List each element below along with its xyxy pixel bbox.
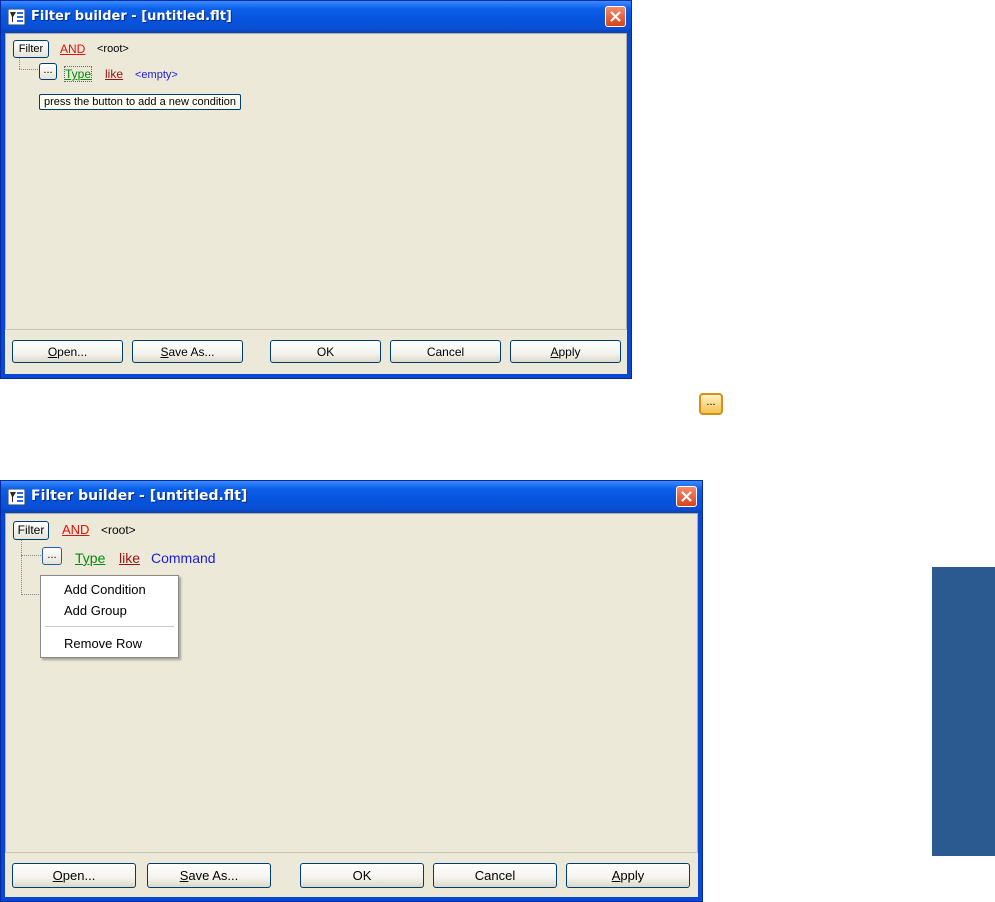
- open-button[interactable]: Open...: [12, 863, 136, 888]
- apply-button[interactable]: Apply: [566, 863, 690, 888]
- filter-tree[interactable]: Filter AND <root> ... Type like <empty> …: [5, 33, 627, 329]
- close-button[interactable]: [676, 486, 697, 507]
- apply-button-label: Apply: [550, 344, 581, 359]
- client-area: Filter AND <root> ... Type like <empty> …: [5, 33, 627, 374]
- tree-connector: [21, 594, 41, 595]
- condition-value[interactable]: <empty>: [135, 69, 178, 81]
- menu-separator: [45, 626, 174, 627]
- open-button-label: Open...: [47, 344, 88, 359]
- window-title: Filter builder - [untitled.flt]: [31, 9, 232, 24]
- group-operator-link[interactable]: AND: [62, 522, 89, 537]
- hint-tooltip: press the button to add a new condition: [39, 94, 242, 110]
- group-label: <root>: [97, 43, 129, 55]
- filter-button[interactable]: Filter: [13, 521, 49, 540]
- condition-menu-button[interactable]: ...: [39, 63, 57, 80]
- cancel-button-label: Cancel: [474, 868, 516, 883]
- context-menu: Add Condition Add Group Remove Row: [40, 575, 179, 658]
- group-operator-link[interactable]: AND: [60, 42, 85, 56]
- tree-connector: [21, 540, 22, 595]
- menu-item-remove-row[interactable]: Remove Row: [64, 636, 142, 651]
- title-bar[interactable]: Filter builder - [untitled.flt]: [1, 1, 631, 33]
- condition-field-link[interactable]: Type: [63, 66, 93, 82]
- tree-connector: [19, 58, 20, 69]
- filter-builder-window-2: Filter builder - [untitled.flt] Filter A…: [0, 480, 703, 902]
- button-bar: Open... Save As... OK Cancel Apply: [5, 852, 698, 897]
- close-icon: [610, 11, 621, 22]
- ok-button-label: OK: [352, 868, 372, 883]
- tree-connector: [19, 69, 38, 70]
- close-icon: [681, 491, 692, 502]
- window-title: Filter builder - [untitled.flt]: [31, 488, 248, 504]
- save-as-button[interactable]: Save As...: [147, 863, 271, 888]
- condition-value[interactable]: Command: [151, 550, 216, 566]
- filter-app-icon: [8, 9, 25, 25]
- ok-button[interactable]: OK: [300, 863, 424, 888]
- save-as-button[interactable]: Save As...: [132, 340, 243, 363]
- ok-button-label: OK: [316, 344, 335, 359]
- title-bar[interactable]: Filter builder - [untitled.flt]: [1, 481, 702, 513]
- save-as-button-label: Save As...: [160, 344, 215, 359]
- close-button[interactable]: [605, 6, 626, 27]
- filter-app-icon: [8, 489, 25, 505]
- cancel-button[interactable]: Cancel: [433, 863, 557, 888]
- apply-button[interactable]: Apply: [510, 340, 621, 363]
- filter-tree[interactable]: Filter AND <root> ... Type like Command: [5, 513, 698, 852]
- tree-connector: [21, 555, 41, 556]
- client-area: Filter AND <root> ... Type like Command …: [5, 513, 698, 897]
- button-bar: Open... Save As... OK Cancel Apply: [5, 329, 627, 374]
- open-button-label: Open...: [52, 868, 96, 883]
- ellipsis-button-icon: ...: [699, 393, 723, 415]
- ok-button[interactable]: OK: [270, 340, 381, 363]
- menu-item-add-group[interactable]: Add Group: [64, 603, 127, 618]
- side-panel: [932, 567, 995, 856]
- cancel-button-label: Cancel: [426, 344, 465, 359]
- open-button[interactable]: Open...: [12, 340, 123, 363]
- group-label: <root>: [101, 523, 136, 537]
- condition-comparison-link[interactable]: like: [105, 67, 123, 81]
- menu-item-add-condition[interactable]: Add Condition: [64, 582, 146, 597]
- condition-comparison-link[interactable]: like: [119, 550, 140, 566]
- filter-button[interactable]: Filter: [13, 40, 49, 58]
- cancel-button[interactable]: Cancel: [390, 340, 501, 363]
- condition-field-link[interactable]: Type: [75, 550, 105, 566]
- filter-builder-window-1: Filter builder - [untitled.flt] Filter A…: [0, 0, 632, 379]
- condition-menu-button[interactable]: ...: [42, 547, 62, 565]
- apply-button-label: Apply: [611, 868, 645, 883]
- save-as-button-label: Save As...: [179, 868, 239, 883]
